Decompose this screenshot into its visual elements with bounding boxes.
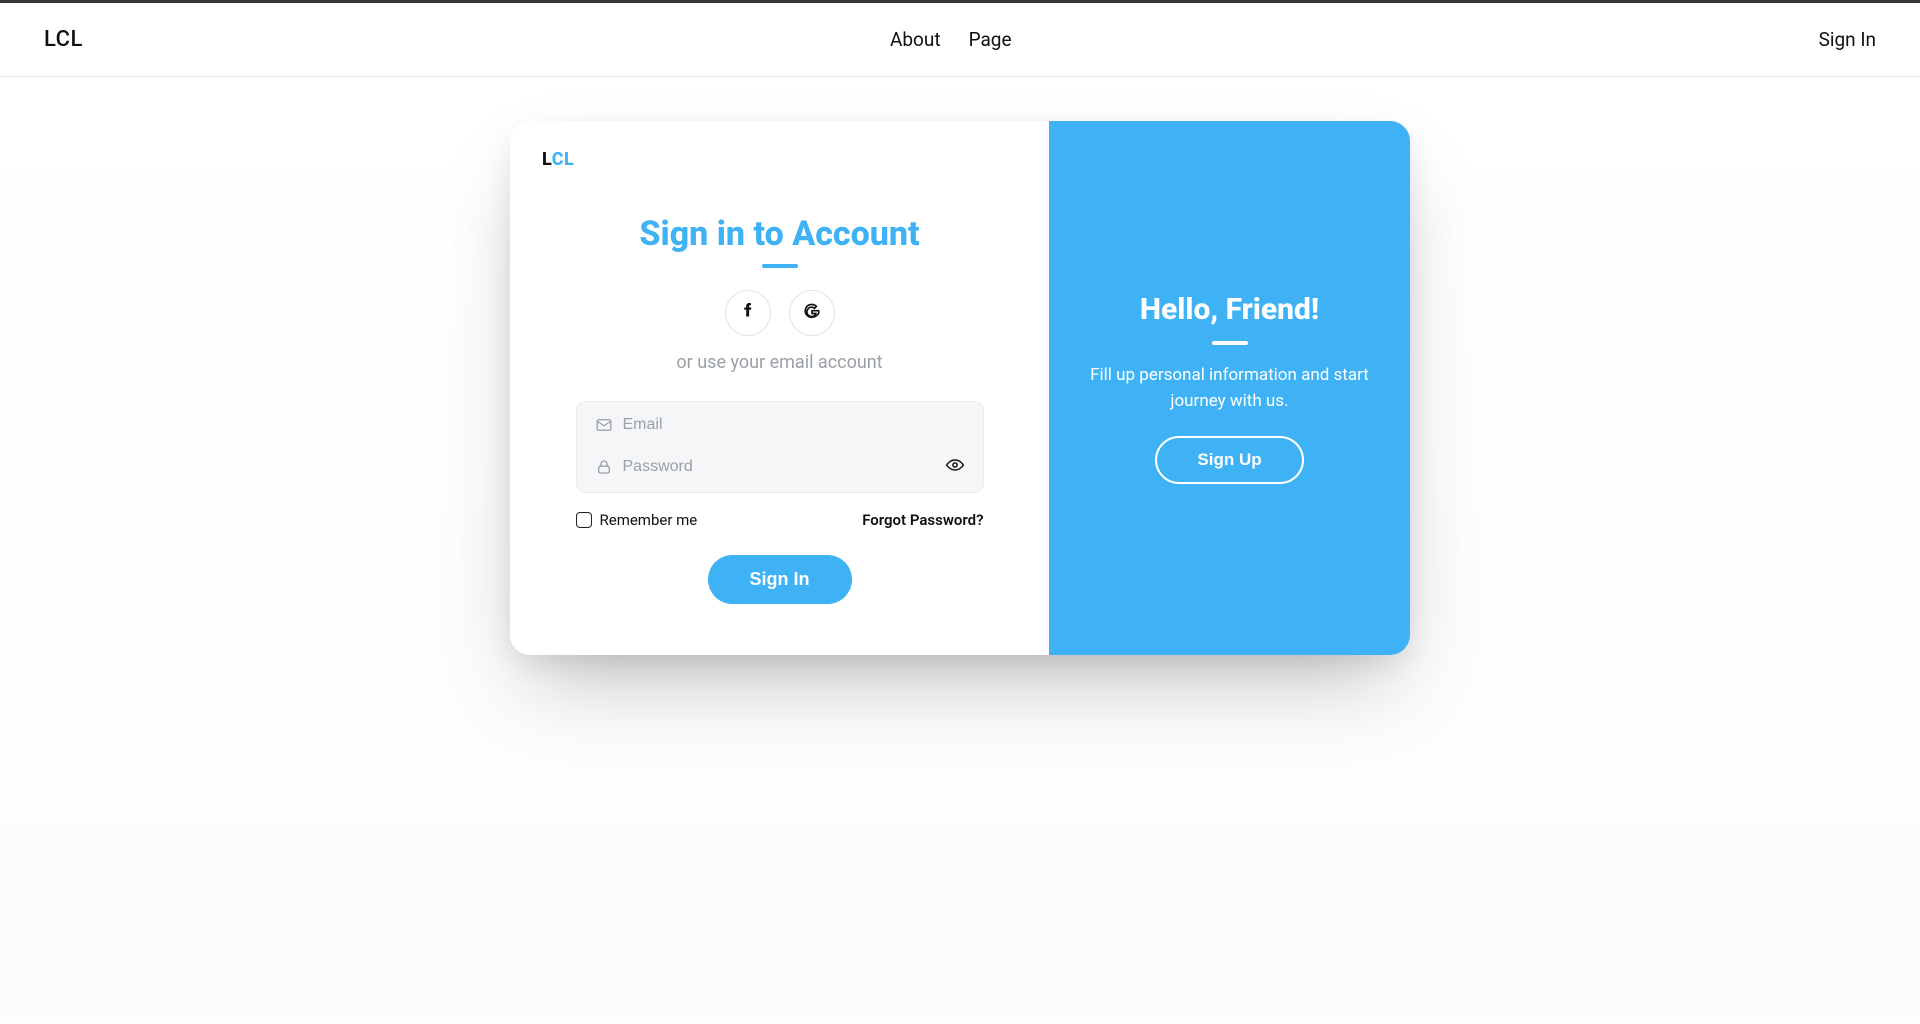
card-logo-part2: CL — [552, 149, 575, 170]
email-field-row — [593, 406, 967, 445]
sign-up-button[interactable]: Sign Up — [1155, 436, 1303, 484]
signup-panel: Hello, Friend! Fill up personal informat… — [1049, 121, 1410, 655]
topbar: LCL About Page Sign In — [0, 0, 1920, 77]
google-login-button[interactable] — [789, 290, 835, 336]
form-options-row: Remember me Forgot Password? — [576, 511, 984, 529]
eye-icon — [945, 455, 965, 478]
forgot-password-link[interactable]: Forgot Password? — [862, 511, 983, 529]
brand-logo: LCL — [44, 27, 83, 52]
remember-me-checkbox[interactable]: Remember me — [576, 511, 698, 529]
hello-underline — [1212, 341, 1248, 345]
lock-icon — [595, 458, 613, 476]
or-divider-text: or use your email account — [542, 352, 1017, 373]
auth-card: LCL Sign in to Account or use your email… — [510, 121, 1410, 655]
hello-title: Hello, Friend! — [1140, 292, 1319, 327]
social-login-row — [542, 290, 1017, 336]
signin-panel: LCL Sign in to Account or use your email… — [510, 121, 1049, 655]
nav-about[interactable]: About — [890, 28, 941, 51]
mail-icon — [595, 416, 613, 434]
sign-in-button[interactable]: Sign In — [708, 555, 852, 604]
password-input[interactable] — [623, 458, 935, 476]
main-nav: About Page — [890, 28, 1012, 51]
checkbox-box-icon — [576, 512, 592, 528]
title-underline — [762, 264, 798, 268]
card-logo-part1: L — [542, 149, 552, 170]
credentials-form — [576, 401, 984, 493]
facebook-icon — [739, 303, 757, 324]
password-field-row — [593, 445, 967, 488]
email-input[interactable] — [623, 416, 965, 434]
card-logo: LCL — [542, 149, 1017, 170]
hello-subtext: Fill up personal information and start j… — [1080, 363, 1380, 414]
remember-me-label: Remember me — [600, 511, 698, 529]
nav-page[interactable]: Page — [969, 28, 1012, 51]
facebook-login-button[interactable] — [725, 290, 771, 336]
signin-title: Sign in to Account — [542, 214, 1017, 254]
google-icon — [803, 303, 821, 324]
nav-sign-in[interactable]: Sign In — [1819, 28, 1876, 51]
toggle-password-visibility-button[interactable] — [945, 455, 965, 478]
stage: LCL Sign in to Account or use your email… — [0, 77, 1920, 1017]
